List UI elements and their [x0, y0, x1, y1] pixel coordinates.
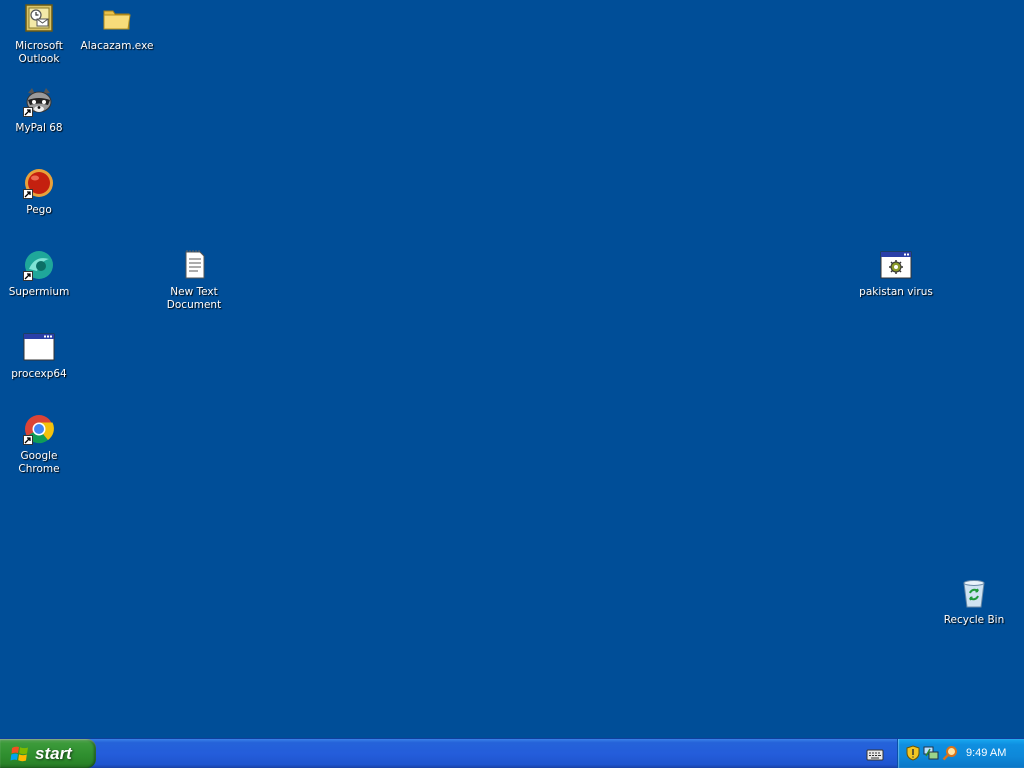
desktop-icon-label: Alacazam.exe — [80, 40, 154, 52]
desktop-icon-label: procexp64 — [11, 368, 67, 380]
start-button[interactable]: start — [0, 739, 96, 768]
desktop-icon-label: pakistan virus — [859, 286, 933, 298]
pego-red-ball-icon — [23, 167, 55, 199]
desktop-icon-recycle-bin[interactable]: Recycle Bin — [935, 577, 1013, 627]
network-icon[interactable] — [923, 745, 939, 761]
desktop-icon-google-chrome[interactable]: Google Chrome — [0, 413, 78, 476]
shortcut-arrow-icon — [23, 435, 33, 445]
desktop-icon-label: Recycle Bin — [943, 614, 1005, 626]
desktop-icon-microsoft-outlook[interactable]: Microsoft Outlook — [0, 3, 78, 66]
start-label: start — [35, 743, 72, 763]
taskbar: start 9:49 AM — [0, 738, 1024, 768]
desktop-icon-label: Google Chrome — [18, 450, 60, 475]
mypal-raccoon-icon — [23, 85, 55, 117]
desktop-icon-label: Supermium — [8, 286, 70, 298]
application-window-icon — [880, 249, 912, 281]
folder-icon — [101, 3, 133, 35]
shortcut-arrow-icon — [23, 189, 33, 199]
security-shield-icon[interactable] — [905, 745, 921, 761]
desktop[interactable]: Microsoft Outlook Alacazam.exe MyPal 68 … — [0, 0, 1024, 738]
clock[interactable]: 9:49 AM — [966, 747, 1006, 759]
chrome-icon — [23, 413, 55, 445]
desktop-icon-label: Pego — [26, 204, 52, 216]
desktop-icon-label: Microsoft Outlook — [15, 40, 63, 65]
desktop-icon-label: New Text Document — [166, 286, 222, 311]
application-window-icon — [23, 331, 55, 363]
shortcut-arrow-icon — [23, 107, 33, 117]
keyboard-icon[interactable] — [866, 746, 884, 762]
system-tray: 9:49 AM — [897, 739, 1024, 768]
recycle-bin-icon — [958, 577, 990, 609]
desktop-icon-supermium[interactable]: Supermium — [0, 249, 78, 299]
desktop-icon-alacazam[interactable]: Alacazam.exe — [78, 3, 156, 53]
desktop-icon-pego[interactable]: Pego — [0, 167, 78, 217]
search-icon[interactable] — [942, 745, 958, 761]
desktop-icon-pakistan-virus[interactable]: pakistan virus — [857, 249, 935, 299]
text-document-icon — [178, 249, 210, 281]
desktop-icon-procexp64[interactable]: procexp64 — [0, 331, 78, 381]
desktop-icon-mypal-68[interactable]: MyPal 68 — [0, 85, 78, 135]
windows-logo-icon — [10, 744, 30, 764]
supermium-icon — [23, 249, 55, 281]
desktop-icon-label: MyPal 68 — [15, 122, 63, 134]
outlook-icon — [23, 3, 55, 35]
desktop-icon-new-text-document[interactable]: New Text Document — [155, 249, 233, 312]
shortcut-arrow-icon — [23, 271, 33, 281]
